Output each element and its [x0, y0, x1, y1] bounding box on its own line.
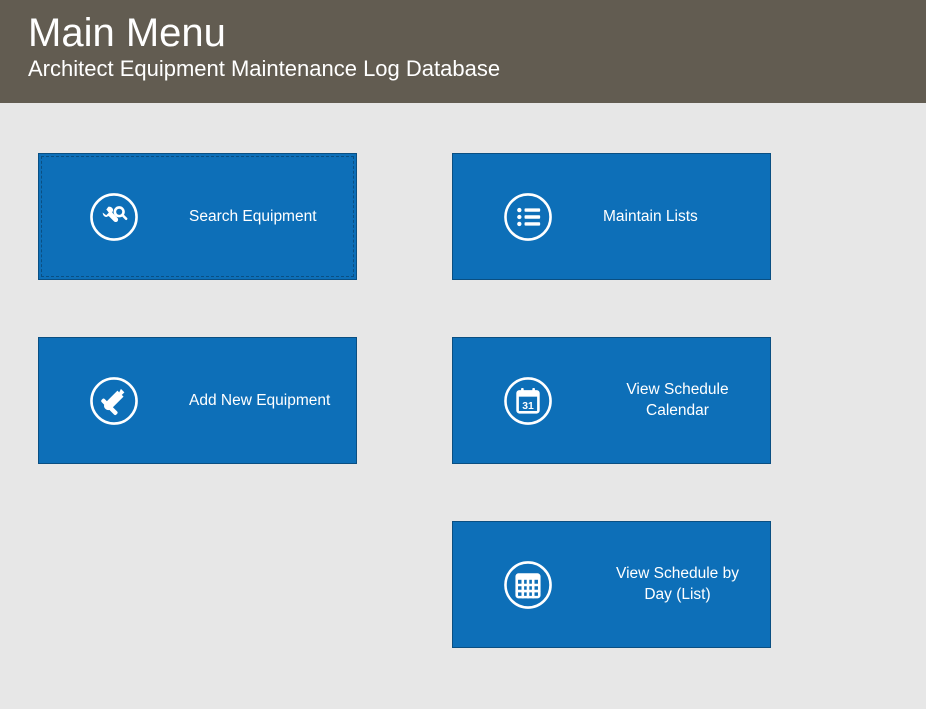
tile-view-schedule-calendar[interactable]: 31 View Schedule Calendar: [452, 337, 771, 464]
tile-label: Add New Equipment: [189, 392, 356, 410]
calendar-day-icon: 31: [453, 375, 603, 427]
tile-label: Maintain Lists: [603, 208, 770, 226]
tile-add-new-equipment[interactable]: Add New Equipment: [38, 337, 357, 464]
page-subtitle: Architect Equipment Maintenance Log Data…: [28, 56, 926, 82]
tile-label: View Schedule Calendar: [603, 380, 770, 422]
main-menu-grid: Search Equipment Maintain Lists Ad: [0, 103, 926, 709]
tile-label: View Schedule by Day (List): [603, 564, 770, 606]
calendar-grid-icon: [453, 559, 603, 611]
tile-maintain-lists[interactable]: Maintain Lists: [452, 153, 771, 280]
page-title: Main Menu: [28, 12, 926, 54]
tile-label: Search Equipment: [189, 208, 356, 226]
header-banner: Main Menu Architect Equipment Maintenanc…: [0, 0, 926, 103]
svg-text:31: 31: [522, 400, 534, 411]
tile-search-equipment[interactable]: Search Equipment: [38, 153, 357, 280]
list-icon: [453, 191, 603, 243]
tools-icon: [39, 375, 189, 427]
search-icon: [39, 191, 189, 243]
tile-view-schedule-by-day[interactable]: View Schedule by Day (List): [452, 521, 771, 648]
